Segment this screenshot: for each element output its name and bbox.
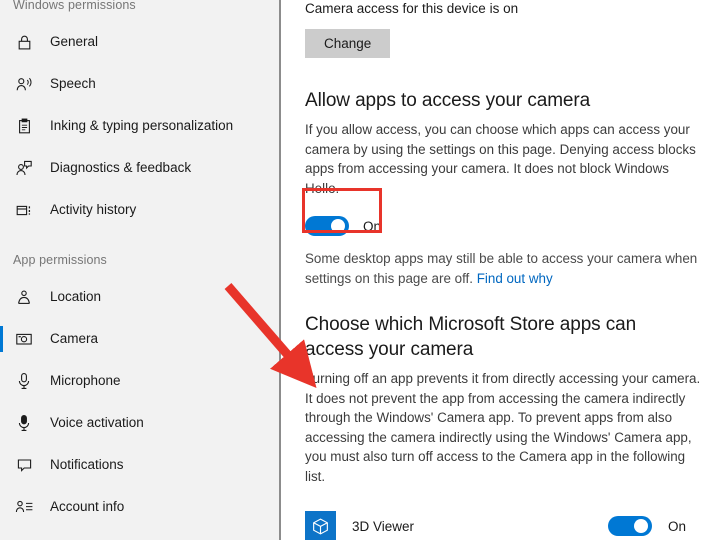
- change-button[interactable]: Change: [305, 29, 390, 58]
- store-apps-section-title: Choose which Microsoft Store apps can ac…: [305, 312, 677, 362]
- speech-person-icon: [13, 73, 35, 95]
- activity-history-icon: [13, 199, 35, 221]
- selection-indicator: [0, 410, 3, 436]
- sidebar-nav-windows-permissions: General Speech: [0, 21, 281, 231]
- allow-apps-toggle[interactable]: [305, 216, 349, 236]
- settings-sidebar: Windows permissions General: [0, 0, 281, 540]
- content-scrollbar[interactable]: [279, 0, 281, 540]
- camera-icon: [13, 328, 35, 350]
- sidebar-item-label: Voice activation: [50, 414, 144, 432]
- app-toggle-wrap: On: [608, 516, 686, 536]
- sidebar-item-label: Speech: [50, 75, 96, 93]
- sidebar-item-account-info[interactable]: Account info: [0, 486, 281, 528]
- sidebar-nav-app-permissions: Location Camera: [0, 276, 281, 528]
- sidebar-item-speech[interactable]: Speech: [0, 63, 281, 105]
- selection-indicator: [0, 113, 3, 139]
- microphone-icon: [13, 370, 35, 392]
- sidebar-item-general[interactable]: General: [0, 21, 281, 63]
- selection-indicator: [0, 452, 3, 478]
- allow-apps-description: If you allow access, you can choose whic…: [305, 120, 701, 198]
- sidebar-item-camera[interactable]: Camera: [0, 318, 281, 360]
- location-pin-icon: [13, 286, 35, 308]
- selection-indicator: [0, 284, 3, 310]
- toggle-knob: [634, 519, 648, 533]
- store-apps-list: 3D Viewer On Desktop App Web Viewer On: [305, 502, 708, 540]
- selection-indicator: [0, 368, 3, 394]
- account-info-icon: [13, 496, 35, 518]
- sidebar-item-label: Diagnostics & feedback: [50, 159, 191, 177]
- cube-icon: [305, 511, 336, 540]
- settings-window: Windows permissions General: [0, 0, 720, 540]
- app-row: 3D Viewer On: [305, 502, 708, 540]
- store-apps-description: Turning off an app prevents it from dire…: [305, 369, 701, 486]
- voice-activation-icon: [13, 412, 35, 434]
- allow-apps-toggle-row: On: [305, 216, 708, 236]
- sidebar-item-microphone[interactable]: Microphone: [0, 360, 281, 402]
- app-toggle-state-label: On: [668, 519, 686, 534]
- sidebar-item-label: Microphone: [50, 372, 121, 390]
- sidebar-section-header-windows-permissions: Windows permissions: [0, 0, 281, 12]
- sidebar-item-label: Activity history: [50, 201, 136, 219]
- notification-icon: [13, 454, 35, 476]
- sidebar-item-notifications[interactable]: Notifications: [0, 444, 281, 486]
- app-name: 3D Viewer: [352, 519, 608, 534]
- allow-apps-section-title: Allow apps to access your camera: [305, 88, 708, 113]
- sidebar-item-label: Notifications: [50, 456, 124, 474]
- selection-indicator: [0, 197, 3, 223]
- selection-indicator: [0, 494, 3, 520]
- desktop-apps-note: Some desktop apps may still be able to a…: [305, 249, 701, 288]
- sidebar-item-label: Location: [50, 288, 101, 306]
- find-out-why-link[interactable]: Find out why: [477, 271, 553, 286]
- sidebar-item-location[interactable]: Location: [0, 276, 281, 318]
- sidebar-item-voice-activation[interactable]: Voice activation: [0, 402, 281, 444]
- sidebar-item-inking-typing-personalization[interactable]: Inking & typing personalization: [0, 105, 281, 147]
- app-toggle[interactable]: [608, 516, 652, 536]
- sidebar-section-header-app-permissions: App permissions: [0, 253, 281, 267]
- sidebar-item-label: Camera: [50, 330, 98, 348]
- selection-indicator: [0, 155, 3, 181]
- lock-icon: [13, 31, 35, 53]
- clipboard-icon: [13, 115, 35, 137]
- sidebar-item-label: Account info: [50, 498, 124, 516]
- allow-apps-toggle-state-label: On: [363, 219, 381, 234]
- sidebar-item-label: General: [50, 33, 98, 51]
- selection-indicator: [0, 29, 3, 55]
- sidebar-item-activity-history[interactable]: Activity history: [0, 189, 281, 231]
- camera-settings-content: Camera access for this device is on Chan…: [281, 0, 720, 540]
- selection-indicator: [0, 326, 3, 352]
- device-access-status: Camera access for this device is on: [305, 0, 708, 18]
- feedback-person-icon: [13, 157, 35, 179]
- toggle-knob: [331, 219, 345, 233]
- sidebar-item-label: Inking & typing personalization: [50, 117, 233, 135]
- selection-indicator: [0, 71, 3, 97]
- sidebar-item-diagnostics-feedback[interactable]: Diagnostics & feedback: [0, 147, 281, 189]
